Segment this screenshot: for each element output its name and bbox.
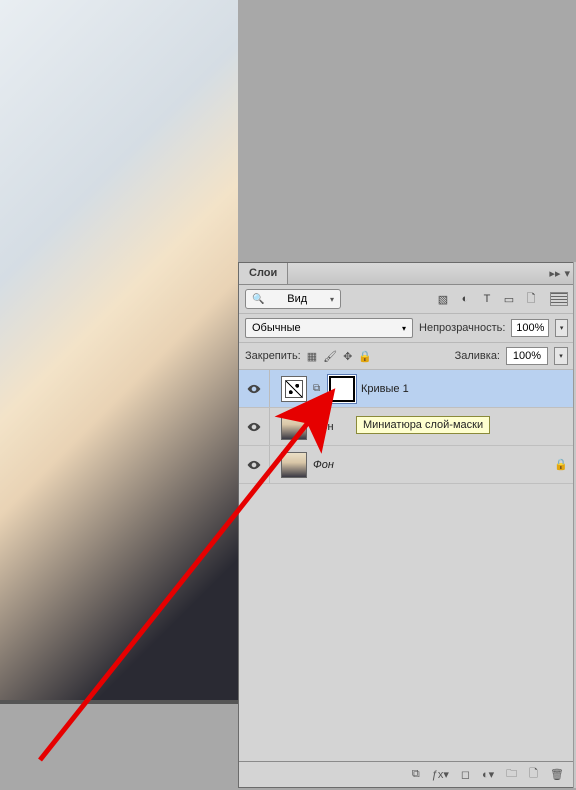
lock-all-icon[interactable]: 🔒 [358,350,372,363]
layer-thumbnail[interactable] [281,452,307,478]
new-adjustment-icon[interactable]: ◐▾ [482,768,494,781]
delete-layer-icon[interactable]: 🗑 [550,768,564,781]
blend-mode-value: Обычные [252,322,301,334]
collapse-icon[interactable]: ▸▸ [549,267,560,280]
layer-filter-select[interactable]: 🔍 Вид ▾ [245,289,341,309]
layer-thumbnail[interactable] [281,414,307,440]
blend-row: Обычные ▾ Непрозрачность: 100% ▾ [239,314,574,343]
opacity-label: Непрозрачность: [419,322,505,334]
add-mask-icon[interactable]: ◻ [461,768,470,781]
document-image[interactable] [0,0,238,700]
filter-adjustment-icon[interactable]: ◐ [458,293,472,305]
filter-smart-icon[interactable]: 🗋 [524,290,538,309]
blend-mode-select[interactable]: Обычные ▾ [245,318,413,338]
layer-mask-thumbnail[interactable] [329,376,355,402]
lock-transparency-icon[interactable]: ▦ [307,350,317,363]
opacity-dropdown[interactable]: ▾ [555,319,568,337]
adjustment-thumbnail[interactable] [281,376,307,402]
filter-shape-icon[interactable]: ▭ [502,293,516,306]
expand-icon[interactable]: ▾ [564,267,570,280]
visibility-toggle[interactable] [245,380,263,398]
lock-pixels-icon[interactable]: 🖌 [323,350,337,363]
chevron-down-icon: ▾ [402,324,406,333]
layer-name[interactable]: Фон [313,459,548,471]
fill-dropdown[interactable]: ▾ [554,347,568,365]
new-group-icon[interactable]: 🗀 [506,765,517,784]
tooltip: Миниатюра слой-маски [356,416,490,434]
tab-layers[interactable]: Слои [239,263,288,284]
lock-icon: 🔒 [554,458,568,471]
canvas-area [0,0,238,790]
fill-input[interactable]: 100% [506,347,548,365]
layer-row-background[interactable]: Фон 🔒 [239,446,574,484]
panel-footer: ⧉ ƒx▾ ◻ ◐▾ 🗀 🗋 🗑 [239,761,574,787]
canvas-border [0,700,238,704]
layer-style-icon[interactable]: ƒx▾ [432,768,449,781]
link-layers-icon[interactable]: ⧉ [412,768,420,781]
link-icon[interactable]: ⧉ [313,383,323,394]
filter-pixel-icon[interactable]: ▧ [436,293,450,306]
layer-name[interactable]: Кривые 1 [361,383,568,395]
layer-row-curves[interactable]: ⧉ Кривые 1 [239,370,574,408]
panel-menu-icon[interactable] [550,292,568,306]
visibility-toggle[interactable] [245,418,263,436]
filter-label: Вид [287,293,307,305]
lock-label: Закрепить: [245,350,301,362]
chevron-down-icon: ▾ [330,295,334,304]
visibility-toggle[interactable] [245,456,263,474]
filter-row: 🔍 Вид ▾ ▧ ◐ T ▭ 🗋 [239,285,574,314]
layers-panel: Слои ▸▸ ▾ 🔍 Вид ▾ ▧ ◐ T ▭ 🗋 Обычные ▾ Не… [238,262,574,788]
lock-row: Закрепить: ▦ 🖌 ✥ 🔒 Заливка: 100% ▾ [239,343,574,370]
filter-type-icon[interactable]: T [480,293,494,305]
opacity-input[interactable]: 100% [511,319,549,337]
fill-label: Заливка: [455,350,500,362]
panel-tabbar: Слои ▸▸ ▾ [239,263,574,285]
search-icon: 🔍 [252,294,264,305]
lock-position-icon[interactable]: ✥ [343,350,352,363]
new-layer-icon[interactable]: 🗋 [529,765,538,784]
